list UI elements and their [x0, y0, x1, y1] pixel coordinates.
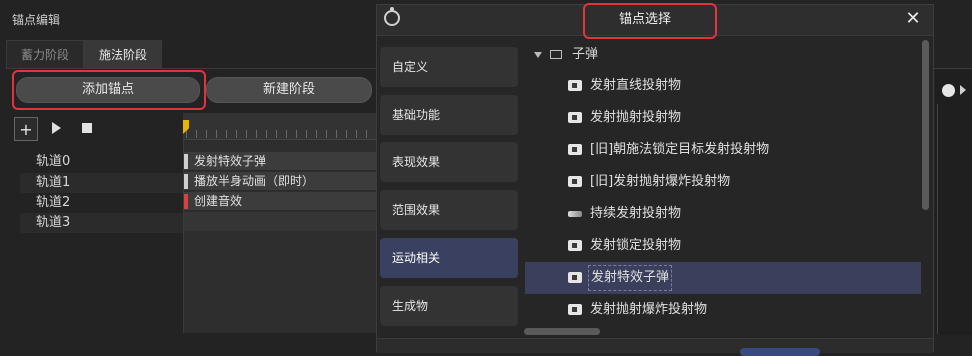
- horizontal-scroll-thumb[interactable]: [524, 328, 600, 335]
- clip-label: 播放半身动画（即时）: [194, 174, 315, 188]
- tab-charge-stage[interactable]: 蓄力阶段: [6, 40, 85, 69]
- projectile-icon: [568, 80, 582, 91]
- tree-item-label: [旧]发射抛射爆炸投射物: [590, 174, 731, 189]
- tree-item[interactable]: 发射抛射投射物: [525, 102, 921, 134]
- close-icon[interactable]: ✕: [903, 9, 923, 29]
- track-clip[interactable]: 播放半身动画（即时）: [184, 172, 378, 191]
- track-label[interactable]: 轨道1: [36, 173, 184, 193]
- tree-item[interactable]: [旧]发射抛射爆炸投射物: [525, 166, 921, 198]
- track-label[interactable]: 轨道0: [36, 152, 184, 172]
- beam-icon: [568, 211, 582, 217]
- editor-title: 锚点编辑: [12, 13, 61, 27]
- category-spawnables[interactable]: 生成物: [380, 286, 518, 326]
- category-visual-effects[interactable]: 表现效果: [380, 142, 518, 182]
- stop-button[interactable]: [76, 117, 98, 139]
- category-area-effects[interactable]: 范围效果: [380, 190, 518, 230]
- track-clip[interactable]: 创建音效: [184, 192, 378, 211]
- tree-item-label: 发射抛射爆炸投射物: [590, 302, 708, 317]
- projectile-icon: [568, 144, 582, 155]
- projectile-icon: [568, 112, 582, 123]
- highlight-box-title: [583, 3, 717, 39]
- tree-item-label: 持续发射投射物: [590, 206, 682, 221]
- projectile-icon: [568, 176, 582, 187]
- tree-item-label: 发射直线投射物: [590, 78, 682, 93]
- tab-cast-stage[interactable]: 施法阶段: [84, 40, 163, 69]
- folder-label: 子弹: [572, 47, 599, 62]
- category-basic[interactable]: 基础功能: [380, 95, 518, 135]
- vertical-scroll-thumb[interactable]: [922, 40, 929, 210]
- expand-caret-icon[interactable]: [534, 52, 542, 58]
- app-logo-icon: [384, 7, 400, 26]
- stage-tabs: 蓄力阶段 施法阶段: [6, 40, 163, 69]
- clip-marker: [184, 154, 188, 169]
- stop-icon: [82, 123, 92, 133]
- confirm-button[interactable]: [740, 348, 820, 356]
- caret-right-icon[interactable]: [960, 85, 966, 95]
- track-label[interactable]: 轨道3: [36, 213, 184, 233]
- highlight-box-add-anchor: [12, 70, 206, 110]
- play-icon: [51, 122, 61, 134]
- slider-knob[interactable]: [942, 84, 955, 97]
- clip-label: 发射特效子弹: [194, 154, 267, 168]
- play-button[interactable]: [45, 117, 67, 139]
- category-custom[interactable]: 自定义: [380, 47, 518, 87]
- tree-item[interactable]: 持续发射投射物: [525, 198, 921, 230]
- tree-item[interactable]: 发射直线投射物: [525, 70, 921, 102]
- tree-item-label: 发射特效子弹: [588, 265, 673, 291]
- tree-item[interactable]: 发射抛射爆炸投射物: [525, 294, 921, 326]
- clip-label: 创建音效: [194, 194, 243, 208]
- dialog-footer: [377, 338, 933, 353]
- category-movement[interactable]: 运动相关: [380, 238, 518, 278]
- add-track-button[interactable]: +: [14, 117, 38, 141]
- tree-item-selected[interactable]: 发射特效子弹: [525, 262, 921, 294]
- track-clip[interactable]: 发射特效子弹: [184, 152, 378, 171]
- track-clip-empty[interactable]: [184, 212, 378, 231]
- projectile-icon: [568, 240, 582, 251]
- clip-marker: [184, 174, 188, 189]
- projectile-icon: [568, 272, 582, 283]
- tree-folder-bullet[interactable]: 子弹: [534, 45, 598, 65]
- tree-item-label: 发射抛射投射物: [590, 110, 682, 125]
- tree-item[interactable]: [旧]朝施法锁定目标发射投射物: [525, 134, 921, 166]
- track-label[interactable]: 轨道2: [36, 193, 184, 213]
- new-stage-button[interactable]: 新建阶段: [206, 77, 372, 103]
- right-panel-edge: [935, 70, 972, 335]
- folder-icon: [550, 49, 562, 59]
- tree-item-label: [旧]朝施法锁定目标发射投射物: [590, 142, 770, 157]
- ruler-ticks: [186, 130, 376, 138]
- tree-item-label: 发射锁定投射物: [590, 238, 682, 253]
- tree-item[interactable]: 发射锁定投射物: [525, 230, 921, 262]
- clip-marker: [184, 194, 188, 209]
- projectile-icon: [568, 304, 582, 315]
- panel-divider: [937, 104, 938, 334]
